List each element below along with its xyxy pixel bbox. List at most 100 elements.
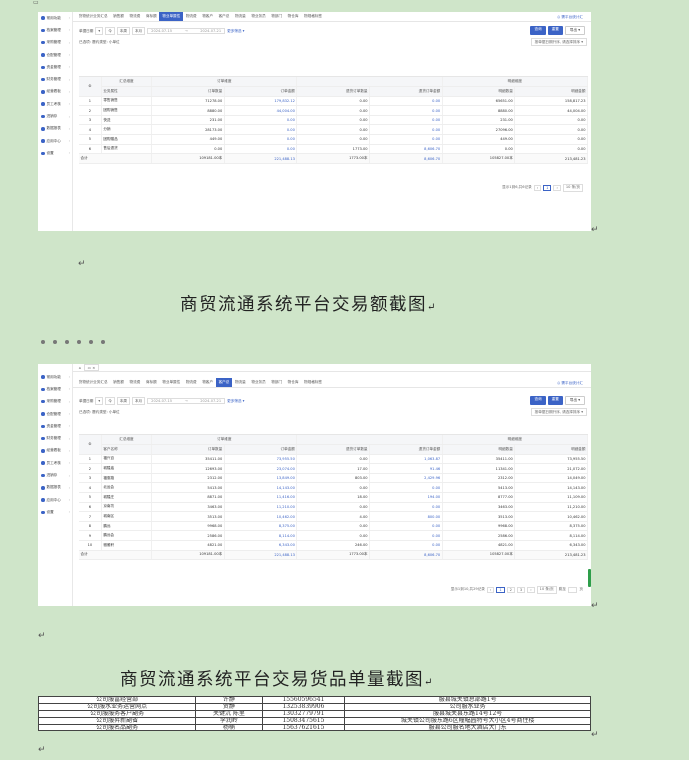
report-tab[interactable]: 物流费 [127, 378, 143, 387]
reset-button[interactable]: 重置 [547, 396, 563, 405]
report-tab[interactable]: 物流费 [183, 378, 199, 387]
window-tab[interactable]: ▭ × [83, 364, 100, 371]
page-2-button[interactable]: 2 [506, 586, 515, 594]
sidebar-item[interactable]: 设置 › [38, 147, 72, 159]
report-tab[interactable]: 货物统计业务汇总 [76, 12, 110, 21]
sidebar-item[interactable]: 员工考核 › [38, 98, 72, 110]
table-cell[interactable]: 44,004.00 [224, 105, 298, 116]
report-tab[interactable]: 商标额 [143, 378, 159, 387]
report-tab[interactable]: 物仓库 [285, 12, 301, 21]
column-header[interactable]: 明细数量 [442, 86, 516, 97]
table-cell[interactable]: 8,606.70 [369, 144, 443, 155]
column-header[interactable]: 业务属性 [101, 86, 153, 97]
report-tab[interactable]: 物流量 [232, 378, 248, 387]
sidebar-item[interactable]: 员工考核 › [38, 457, 72, 469]
sidebar-item[interactable]: 常用功能 › [38, 371, 72, 383]
sidebar-item[interactable]: 采购管理 › [38, 396, 72, 408]
table-cell[interactable]: 0.00 [369, 530, 443, 542]
table-cell[interactable]: 73,955.50 [224, 454, 298, 465]
scrollbar[interactable] [588, 569, 591, 587]
range-month[interactable]: 本月 [131, 26, 146, 36]
report-tab[interactable]: 物规格标签 [301, 12, 325, 21]
report-tab[interactable]: 物业务员 [249, 12, 269, 21]
sidebar-item[interactable]: 经营看板 › [38, 86, 72, 98]
report-tab[interactable]: 物流费 [127, 12, 143, 21]
table-cell[interactable]: 0.00 [369, 540, 443, 551]
table-cell[interactable]: 23,074.00 [224, 463, 298, 474]
export-button[interactable]: 导出 ▾ [564, 396, 585, 405]
more-filters-link[interactable]: 更多筛选 ▾ [227, 399, 244, 404]
report-tab[interactable]: 客户总 [215, 378, 233, 387]
table-cell[interactable]: 2,429.96 [369, 473, 443, 484]
sidebar-item[interactable]: 设置 › [38, 506, 72, 518]
column-header[interactable]: 退货订单金额 [369, 86, 443, 97]
table-cell[interactable]: 0.00 [369, 521, 443, 532]
sidebar-item[interactable]: 采购管理 › [38, 37, 72, 49]
column-header[interactable]: 客户名称 [101, 444, 153, 455]
column-header[interactable]: 明细金额 [514, 86, 588, 97]
date-type-select[interactable]: ▾ [95, 27, 104, 35]
sidebar-item[interactable]: 仓配管理 › [38, 408, 72, 420]
column-header[interactable]: 退货订单金额 [369, 444, 443, 455]
sidebar-item[interactable]: 应用中心 › [38, 135, 72, 147]
export-button[interactable]: 导出 ▾ [564, 26, 585, 35]
report-tab[interactable]: 物客户 [199, 12, 215, 21]
table-cell[interactable]: 0.00 [369, 105, 443, 116]
column-header[interactable]: 订单金额 [224, 444, 298, 455]
prev-page-button[interactable]: ‹ [533, 184, 542, 192]
table-cell[interactable]: 0.00 [224, 124, 298, 136]
sort-select[interactable]: 按单据日期升序, 请选择排序 ▾ [530, 38, 587, 46]
report-tab[interactable]: 物业务员 [249, 378, 269, 387]
next-page-button[interactable]: › [527, 586, 535, 594]
page-3-button[interactable]: 3 [516, 586, 526, 594]
home-tab[interactable]: ⌂ [76, 364, 84, 371]
table-cell[interactable]: 14,143.00 [224, 482, 298, 494]
table-cell[interactable]: 91.46 [369, 463, 443, 474]
range-week[interactable]: 本周 [116, 26, 130, 36]
table-cell[interactable]: 8,375.00 [224, 521, 298, 532]
table-cell[interactable]: 0.00 [224, 115, 298, 126]
settings-icon[interactable]: ⚙ [79, 435, 102, 455]
page-size-select[interactable]: 10 条/页 [536, 586, 557, 594]
page-1-button[interactable]: 1 [496, 586, 505, 594]
page-size-select[interactable]: 10 条/页 [562, 184, 583, 192]
table-cell[interactable]: 0.00 [369, 502, 443, 513]
sidebar-item[interactable]: 进销存 › [38, 469, 72, 481]
report-tab[interactable]: 物部门 [269, 12, 285, 21]
table-cell[interactable]: 179,832.12 [224, 96, 298, 107]
sidebar-item[interactable]: 应用中心 › [38, 494, 72, 506]
table-cell[interactable]: 0.00 [224, 134, 298, 145]
report-tab[interactable]: 物流费 [183, 12, 199, 21]
sidebar-item[interactable]: 仓配管理 › [38, 49, 72, 61]
report-tab[interactable]: 销售额 [110, 12, 126, 21]
next-page-button[interactable]: › [553, 184, 561, 192]
sidebar-item[interactable]: 资金管理 › [38, 420, 72, 432]
goto-input[interactable] [567, 586, 578, 594]
report-tab[interactable]: 物规格标签 [301, 378, 325, 387]
column-header[interactable]: 明细数量 [442, 444, 516, 455]
report-tab[interactable]: 物业单属性 [159, 378, 183, 387]
table-cell[interactable]: 0.00 [369, 96, 443, 107]
page-1-button[interactable]: 1 [543, 184, 552, 192]
report-tab[interactable]: 物客户 [199, 378, 215, 387]
date-type-select[interactable]: ▾ [95, 397, 104, 405]
sidebar-item[interactable]: 财务管理 › [38, 432, 72, 444]
table-cell[interactable]: 0.00 [369, 115, 443, 126]
column-header[interactable]: 退货订单数量 [296, 86, 371, 97]
sidebar-item[interactable]: 财务管理 › [38, 73, 72, 85]
sidebar-item[interactable]: 经营看板 › [38, 445, 72, 457]
date-range-picker[interactable]: 2024-07-15 → 2024-07-21 [147, 28, 226, 34]
column-header[interactable]: 订单数量 [151, 86, 225, 97]
table-cell[interactable]: 194.00 [369, 492, 443, 503]
table-cell[interactable]: 800.00 [369, 511, 443, 522]
table-cell[interactable]: 6,343.00 [224, 540, 298, 551]
report-tab[interactable]: 物流量 [232, 12, 248, 21]
sidebar-item[interactable]: 进销存 › [38, 110, 72, 122]
search-button[interactable]: 查询 [530, 396, 546, 405]
report-tab[interactable]: 销售额 [110, 378, 126, 387]
range-month[interactable]: 本月 [131, 396, 146, 406]
sidebar-item[interactable]: 常用功能 › [38, 12, 72, 24]
column-header[interactable]: 退货订单数量 [296, 444, 371, 455]
reset-button[interactable]: 重置 [547, 26, 563, 35]
search-button[interactable]: 查询 [530, 26, 546, 35]
